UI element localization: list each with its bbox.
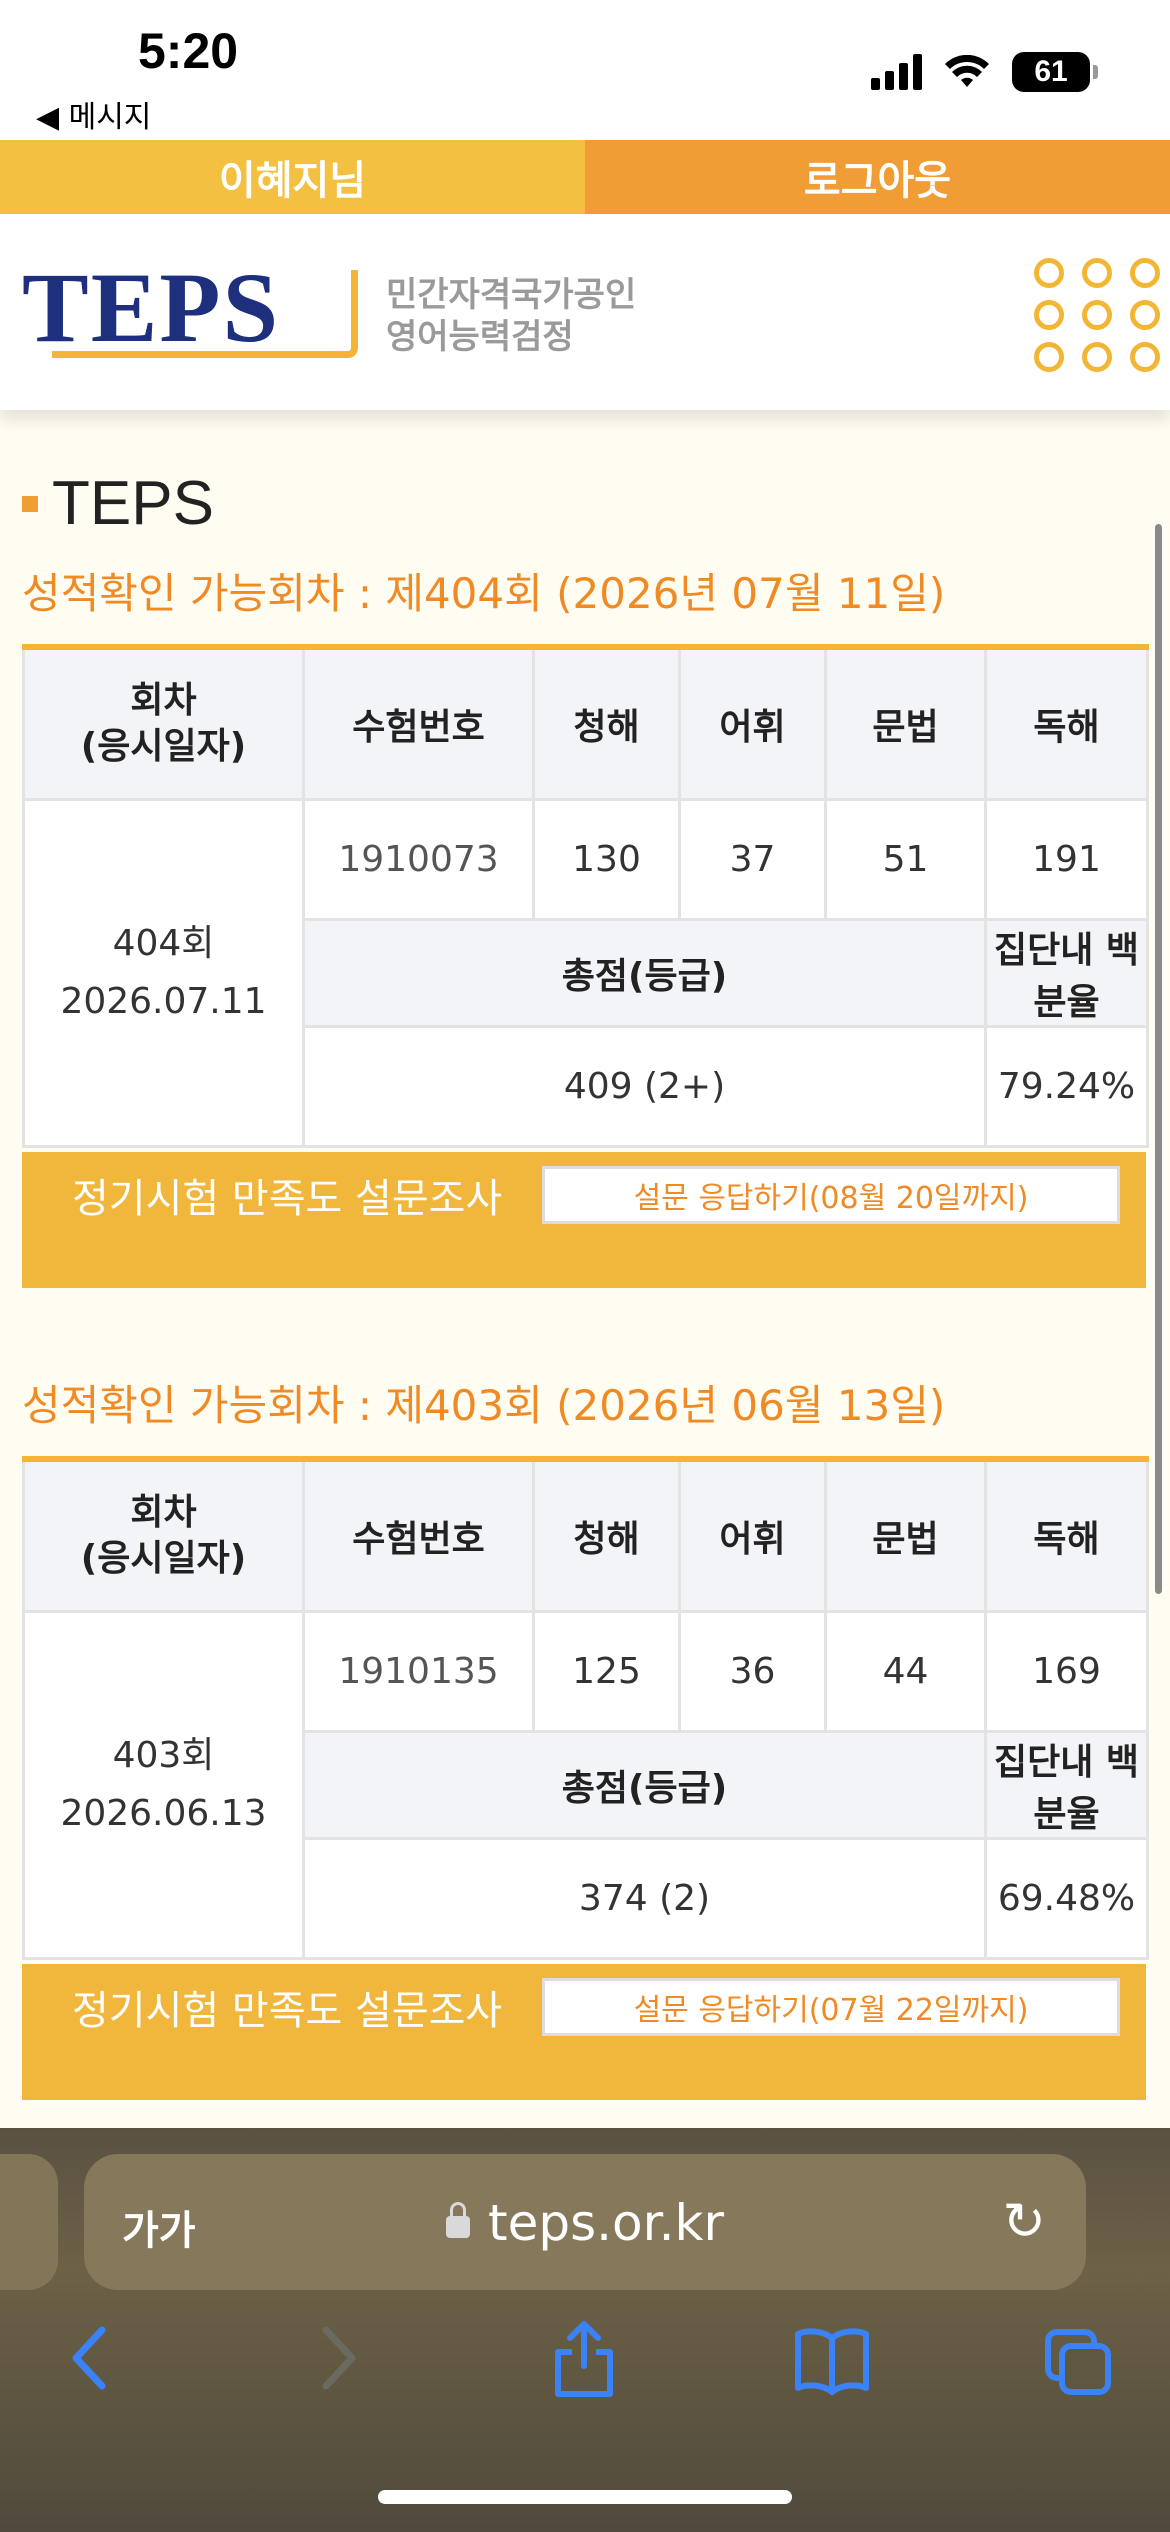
round-number: 404회: [112, 922, 215, 964]
forward-arrow-icon[interactable]: [318, 2318, 362, 2398]
logout-button[interactable]: 로그아웃: [585, 140, 1170, 214]
cellular-signal-icon: [871, 54, 922, 90]
percentile-value: 69.48%: [984, 1836, 1149, 1960]
page-scrollbar[interactable]: [1155, 524, 1162, 1594]
round-number: 403회: [112, 1734, 215, 1776]
wifi-icon: [945, 55, 989, 87]
listening-score: 125: [532, 1609, 681, 1733]
status-time: 5:20: [138, 23, 239, 79]
grammar-score: 44: [824, 1609, 987, 1733]
header-vocab: 어휘: [678, 645, 827, 801]
browser-bottom-bar: 가가 teps.or.kr ↻: [0, 2128, 1170, 2532]
exam-number: 1910135: [302, 1609, 535, 1733]
menu-grid-icon[interactable]: [1034, 258, 1162, 372]
battery-icon: 61: [1012, 52, 1098, 92]
header-exam-no: 수험번호: [302, 1457, 535, 1613]
tabs-icon[interactable]: [1044, 2318, 1114, 2398]
round-title: 성적확인 가능회차 : 제403회 (2026년 06월 13일): [22, 1381, 946, 1430]
previous-tab-preview[interactable]: [0, 2154, 58, 2290]
header-vocab: 어휘: [678, 1457, 827, 1613]
survey-response-button[interactable]: 설문 응답하기(08월 20일까지): [542, 1166, 1120, 1224]
survey-bar: 정기시험 만족도 설문조사 설문 응답하기(07월 22일까지): [22, 1964, 1146, 2100]
logo-subtitle-line1: 민간자격국가공인: [386, 275, 637, 315]
header-grammar: 문법: [824, 645, 987, 801]
site-header: TEPS 민간자격국가공인 영어능력검정: [0, 214, 1170, 410]
exam-date: 2026.06.13: [60, 1792, 267, 1834]
survey-label: 정기시험 만족도 설문조사: [72, 1176, 503, 1222]
header-percentile: 집단내 백분율: [984, 917, 1149, 1028]
exam-number: 1910073: [302, 797, 535, 921]
vocab-score: 37: [678, 797, 827, 921]
survey-response-button[interactable]: 설문 응답하기(07월 22일까지): [542, 1978, 1120, 2036]
exam-date: 2026.07.11: [60, 980, 267, 1022]
status-bar: 5:20 ◀ 메시지 61: [0, 0, 1170, 140]
url-display[interactable]: teps.or.kr: [84, 2194, 1086, 2252]
vocab-score: 36: [678, 1609, 827, 1733]
percentile-value: 79.24%: [984, 1024, 1149, 1148]
score-table: 회차 (응시일자) 수험번호 청해 어휘 문법 독해 403회 2026.06.…: [22, 1456, 1149, 1960]
user-name-button[interactable]: 이혜지님: [0, 140, 585, 214]
header-round-date: 회차 (응시일자): [22, 1457, 305, 1613]
survey-bar: 정기시험 만족도 설문조사 설문 응답하기(08월 20일까지): [22, 1152, 1146, 1288]
section-title: TEPS: [22, 468, 214, 539]
logo-subtitle: 민간자격국가공인 영어능력검정: [386, 274, 636, 358]
round-date-cell: 403회 2026.06.13: [22, 1609, 305, 1960]
back-to-messages-link[interactable]: ◀ 메시지: [36, 92, 151, 136]
header-percentile: 집단내 백분율: [984, 1729, 1149, 1840]
header-total: 총점(등급): [302, 1729, 987, 1840]
survey-label: 정기시험 만족도 설문조사: [72, 1988, 503, 2034]
address-bar[interactable]: 가가 teps.or.kr ↻: [84, 2154, 1086, 2290]
header-total: 총점(등급): [302, 917, 987, 1028]
round-title: 성적확인 가능회차 : 제404회 (2026년 07월 11일): [22, 569, 946, 618]
header-exam-no: 수험번호: [302, 645, 535, 801]
header-listening: 청해: [532, 645, 681, 801]
header-reading: 독해: [984, 645, 1149, 801]
bullet-square-icon: [22, 495, 38, 512]
logo-text: TEPS: [22, 252, 281, 363]
share-icon[interactable]: [552, 2318, 616, 2398]
reading-score: 191: [984, 797, 1149, 921]
home-indicator[interactable]: [378, 2490, 792, 2504]
top-bar: 이혜지님 로그아웃: [0, 140, 1170, 214]
header-reading: 독해: [984, 1457, 1149, 1613]
section-title-text: TEPS: [52, 469, 214, 538]
header-round-date: 회차 (응시일자): [22, 645, 305, 801]
lock-icon: [445, 2202, 470, 2238]
browser-toolbar: [0, 2318, 1170, 2428]
total-score: 374 (2): [302, 1836, 987, 1960]
total-score: 409 (2+): [302, 1024, 987, 1148]
teps-logo[interactable]: TEPS: [22, 252, 358, 363]
listening-score: 130: [532, 797, 681, 921]
back-arrow-icon[interactable]: [66, 2318, 110, 2398]
header-listening: 청해: [532, 1457, 681, 1613]
grammar-score: 51: [824, 797, 987, 921]
reload-icon[interactable]: ↻: [1002, 2192, 1046, 2252]
logo-subtitle-line2: 영어능력검정: [386, 317, 574, 357]
round-date-cell: 404회 2026.07.11: [22, 797, 305, 1148]
reading-score: 169: [984, 1609, 1149, 1733]
url-text: teps.or.kr: [487, 2194, 724, 2252]
header-grammar: 문법: [824, 1457, 987, 1613]
status-icons: 61: [871, 52, 1098, 92]
bookmarks-icon[interactable]: [794, 2318, 870, 2398]
score-table: 회차 (응시일자) 수험번호 청해 어휘 문법 독해 404회 2026.07.…: [22, 644, 1149, 1148]
